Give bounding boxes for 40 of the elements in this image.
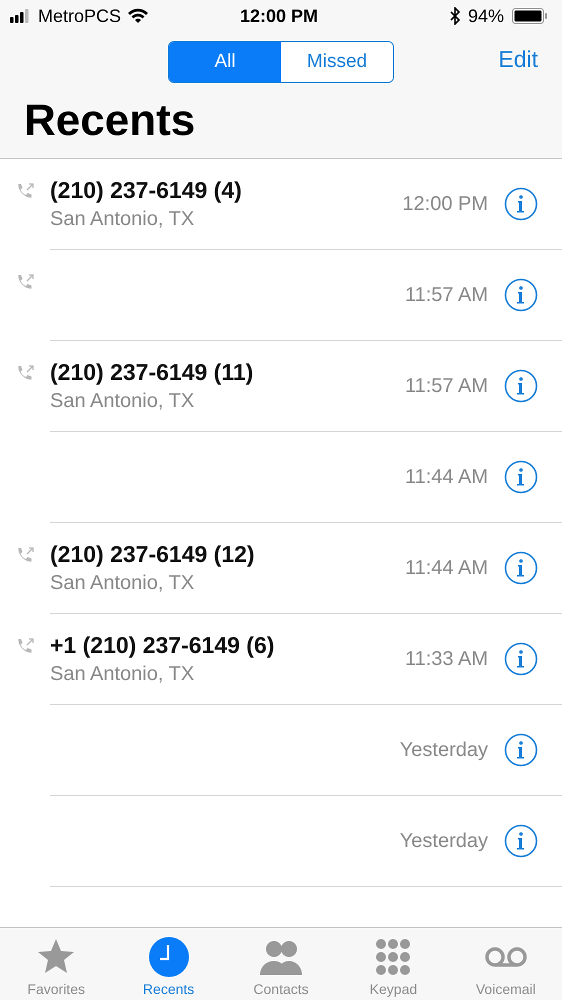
- battery-percent: 94%: [468, 6, 504, 26]
- call-time: 11:57 AM: [404, 374, 488, 398]
- caller-number: +1 (210) 237-6149 (6): [50, 632, 276, 659]
- call-time: Yesterday: [400, 830, 488, 852]
- tab-bar-item[interactable]: Favorites: [0, 928, 112, 1000]
- tab-bar-item[interactable]: Keypad: [337, 928, 450, 1000]
- tab-bar-item[interactable]: Contacts: [224, 928, 338, 1000]
- caller-location: San Antonio, TX: [50, 390, 196, 413]
- caller-location: San Antonio, TX: [50, 572, 196, 595]
- info-button[interactable]: [504, 278, 538, 312]
- carrier-name: MetroPCS: [38, 6, 122, 26]
- info-button[interactable]: [504, 187, 538, 221]
- edit-button[interactable]: Edit: [498, 46, 538, 73]
- clock-time: 12:00 PM: [238, 6, 320, 26]
- tab-bar-item[interactable]: Voicemail: [450, 928, 562, 1000]
- call-time: 12:00 PM: [402, 192, 488, 216]
- wifi-icon: [127, 8, 150, 24]
- info-button[interactable]: [504, 551, 538, 585]
- bluetooth-icon: [450, 7, 460, 25]
- page-title: Recents: [23, 95, 196, 147]
- caller-number: (210) 237-6149 (4): [50, 177, 243, 204]
- call-time: 11:44 AM: [404, 466, 488, 488]
- caller-location: San Antonio, TX: [50, 663, 196, 686]
- clock-icon: [146, 935, 191, 979]
- info-button[interactable]: [504, 369, 538, 403]
- call-time: 11:44 AM: [404, 556, 488, 580]
- call-time: Yesterday: [400, 738, 488, 762]
- info-button[interactable]: [504, 824, 538, 858]
- caller-number: (210) 237-6149 (11): [50, 359, 254, 386]
- call-time: 11:57 AM: [404, 284, 488, 306]
- info-button[interactable]: [504, 733, 538, 767]
- caller-number: (210) 237-6149 (12): [50, 541, 256, 568]
- info-button[interactable]: [504, 460, 538, 494]
- segment-tab[interactable]: All: [169, 42, 281, 82]
- tab-bar-item[interactable]: Recents: [112, 928, 225, 1000]
- battery-icon: [512, 8, 548, 24]
- info-button[interactable]: [504, 642, 538, 676]
- caller-location: San Antonio, TX: [50, 208, 196, 231]
- call-time: 11:33 AM: [404, 648, 488, 670]
- segment-tab[interactable]: Missed: [281, 42, 393, 82]
